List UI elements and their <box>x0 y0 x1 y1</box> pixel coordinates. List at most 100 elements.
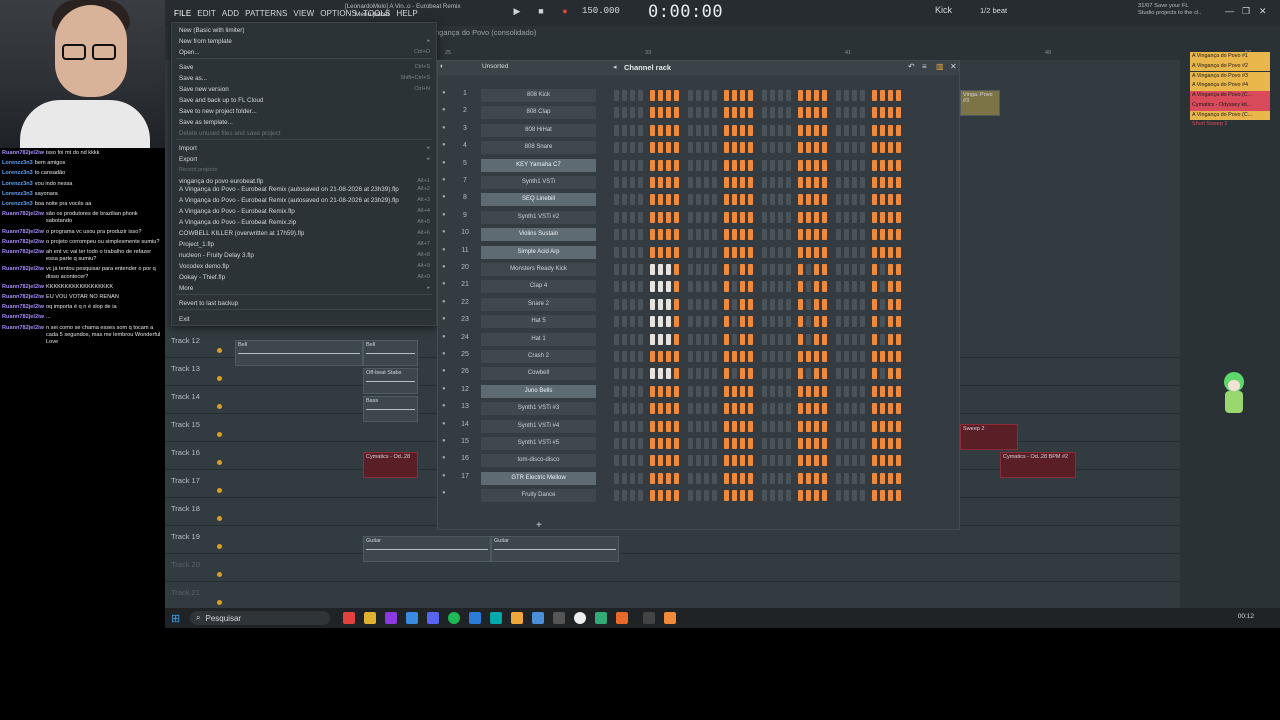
step-button[interactable] <box>872 229 877 241</box>
channel-mixer-track[interactable]: 1 <box>456 90 474 97</box>
step-button[interactable] <box>888 455 893 467</box>
track-label[interactable]: Track 18 <box>171 504 200 513</box>
chat-username[interactable]: Ruann782jel2iw <box>2 284 44 291</box>
step-button[interactable] <box>852 333 857 345</box>
file-explorer-icon[interactable] <box>364 612 376 624</box>
step-button[interactable] <box>806 281 811 293</box>
step-button[interactable] <box>732 490 737 502</box>
step-button[interactable] <box>896 490 901 502</box>
file-menu-item[interactable]: Save and back up to FL Cloud <box>179 95 430 105</box>
step-button[interactable] <box>638 316 643 328</box>
step-button[interactable] <box>798 472 803 484</box>
step-button[interactable] <box>748 420 753 432</box>
step-button[interactable] <box>614 298 619 310</box>
step-button[interactable] <box>778 229 783 241</box>
app-icon-8[interactable] <box>643 612 655 624</box>
step-button[interactable] <box>896 438 901 449</box>
step-button[interactable] <box>814 194 819 206</box>
step-button[interactable] <box>630 142 635 154</box>
channel-mute-icon[interactable]: ● <box>442 142 446 148</box>
step-button[interactable] <box>770 229 775 241</box>
step-button[interactable] <box>896 124 901 136</box>
step-button[interactable] <box>740 142 745 154</box>
file-menu-item[interactable]: Ookay - Thief.flp Alt+0 <box>179 272 430 282</box>
step-button[interactable] <box>712 142 717 154</box>
step-button[interactable] <box>638 351 643 362</box>
step-button[interactable] <box>696 124 701 136</box>
channel-mute-icon[interactable]: ● <box>442 281 446 287</box>
record-icon[interactable]: ● <box>558 4 572 18</box>
step-button[interactable] <box>688 472 693 484</box>
step-button[interactable] <box>614 403 619 415</box>
step-button[interactable] <box>860 351 865 362</box>
step-button[interactable] <box>888 281 893 293</box>
channel-name-button[interactable]: Violins Sustain <box>481 228 596 242</box>
app-icon-5[interactable] <box>553 612 565 624</box>
step-button[interactable] <box>688 351 693 362</box>
step-button[interactable] <box>622 403 627 415</box>
step-button[interactable] <box>778 420 783 432</box>
step-button[interactable] <box>852 211 857 223</box>
step-button[interactable] <box>748 333 753 345</box>
step-button[interactable] <box>896 90 901 101</box>
channel-mute-icon[interactable]: ● <box>442 334 446 340</box>
step-button[interactable] <box>880 281 885 293</box>
step-button[interactable] <box>814 316 819 328</box>
step-button[interactable] <box>852 490 857 502</box>
step-button[interactable] <box>786 229 791 241</box>
step-button[interactable] <box>712 351 717 362</box>
rack-graph-icon[interactable]: ▥ <box>936 62 944 71</box>
step-button[interactable] <box>786 472 791 484</box>
step-button[interactable] <box>762 472 767 484</box>
step-button[interactable] <box>762 229 767 241</box>
step-button[interactable] <box>658 298 663 310</box>
rack-close-icon[interactable]: ✕ <box>950 62 957 71</box>
snap-selector[interactable]: 1/2 beat <box>980 6 1007 15</box>
step-button[interactable] <box>724 211 729 223</box>
step-button[interactable] <box>732 403 737 415</box>
step-button[interactable] <box>674 142 679 154</box>
step-button[interactable] <box>674 124 679 136</box>
step-button[interactable] <box>666 107 671 119</box>
channel-mixer-track[interactable]: 11 <box>456 247 474 254</box>
step-button[interactable] <box>786 159 791 171</box>
clip-sweep[interactable]: Sweep 2 <box>960 424 1018 450</box>
step-button[interactable] <box>740 490 745 502</box>
step-button[interactable] <box>696 420 701 432</box>
step-button[interactable] <box>658 438 663 449</box>
step-button[interactable] <box>712 211 717 223</box>
windows-start-icon[interactable]: ⊞ <box>171 612 180 625</box>
chat-username[interactable]: Lorenzz3n3 <box>2 191 33 198</box>
chat-username[interactable]: Lorenzz3n3 <box>2 160 33 167</box>
step-button[interactable] <box>696 90 701 101</box>
step-button[interactable] <box>614 316 619 328</box>
step-button[interactable] <box>872 438 877 449</box>
step-button[interactable] <box>666 420 671 432</box>
step-button[interactable] <box>836 264 841 275</box>
step-button[interactable] <box>814 211 819 223</box>
step-button[interactable] <box>896 298 901 310</box>
step-button[interactable] <box>814 229 819 241</box>
step-button[interactable] <box>860 281 865 293</box>
step-button[interactable] <box>688 159 693 171</box>
step-button[interactable] <box>778 316 783 328</box>
step-button[interactable] <box>696 194 701 206</box>
step-button[interactable] <box>732 333 737 345</box>
step-button[interactable] <box>786 316 791 328</box>
step-button[interactable] <box>696 472 701 484</box>
step-button[interactable] <box>696 333 701 345</box>
step-button[interactable] <box>762 438 767 449</box>
step-button[interactable] <box>638 472 643 484</box>
step-button[interactable] <box>880 107 885 119</box>
step-button[interactable] <box>674 333 679 345</box>
step-button[interactable] <box>852 177 857 188</box>
step-button[interactable] <box>844 455 849 467</box>
step-button[interactable] <box>880 298 885 310</box>
step-button[interactable] <box>844 246 849 258</box>
step-button[interactable] <box>740 351 745 362</box>
step-button[interactable] <box>704 316 709 328</box>
step-button[interactable] <box>806 385 811 397</box>
step-button[interactable] <box>724 298 729 310</box>
step-button[interactable] <box>762 159 767 171</box>
step-button[interactable] <box>732 177 737 188</box>
